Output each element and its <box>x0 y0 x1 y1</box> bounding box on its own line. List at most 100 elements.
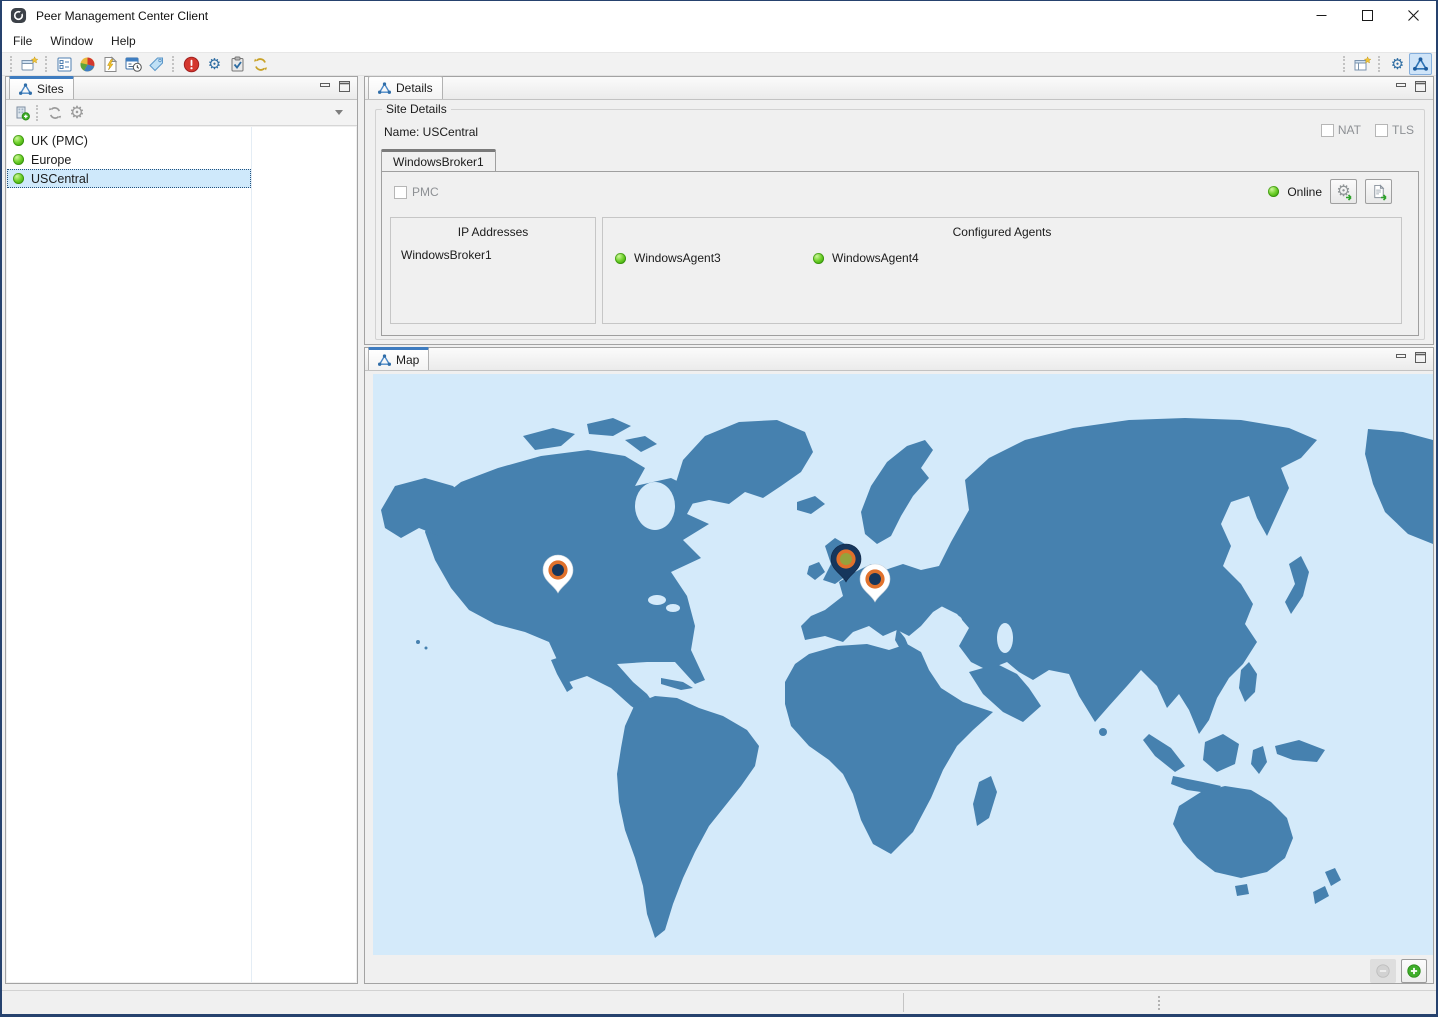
minimize-view-button[interactable] <box>320 81 331 95</box>
world-map[interactable] <box>373 374 1433 955</box>
sites-tree[interactable]: UK (PMC) Europe USCentral <box>7 127 356 982</box>
network-triangle-icon <box>378 82 391 95</box>
tab-details[interactable]: Details <box>368 76 443 99</box>
green-arrow-icon <box>1381 193 1390 202</box>
online-status-icon <box>1268 186 1279 197</box>
main-toolbar: ⚙ ⚙ <box>2 52 1436 76</box>
toolbar-grip[interactable] <box>172 56 176 72</box>
tls-checkbox[interactable]: TLS <box>1375 123 1414 137</box>
view-menu-chevron-icon[interactable] <box>335 110 343 115</box>
ip-address-entry: WindowsBroker1 <box>401 248 492 262</box>
map-view: Map <box>364 347 1434 984</box>
network-triangle-icon <box>378 354 391 367</box>
gear-export-button[interactable]: ⚙ <box>1330 179 1357 204</box>
status-bar-divider <box>903 993 904 1012</box>
tab-map-label: Map <box>396 353 419 367</box>
toolbar-grip[interactable] <box>45 56 49 72</box>
report-lightning-icon[interactable] <box>99 53 122 75</box>
configured-agents-box: Configured Agents WindowsAgent3 WindowsA… <box>602 217 1402 324</box>
maximize-view-button[interactable] <box>339 81 350 95</box>
close-window-button[interactable] <box>1390 1 1436 30</box>
map-tab-row: Map <box>365 348 1433 371</box>
site-details-title: Site Details <box>382 102 451 116</box>
nat-checkbox[interactable]: NAT <box>1321 123 1361 137</box>
tab-map[interactable]: Map <box>368 347 429 370</box>
menu-file[interactable]: File <box>4 32 41 50</box>
details-view: Details Site Details Name: USCentral NAT… <box>364 76 1434 345</box>
configured-agents-title: Configured Agents <box>603 225 1401 239</box>
gear-icon[interactable]: ⚙ <box>1386 53 1409 75</box>
application-window: Peer Management Center Client File Windo… <box>0 0 1438 1017</box>
window-title: Peer Management Center Client <box>36 9 208 23</box>
online-status-icon <box>615 253 626 264</box>
peer-management-perspective-icon[interactable] <box>1409 53 1432 75</box>
agent-windowsagent4[interactable]: WindowsAgent4 <box>813 251 919 265</box>
ip-addresses-box: IP Addresses WindowsBroker1 <box>390 217 596 324</box>
details-tab-row: Details <box>365 77 1433 100</box>
gear-icon[interactable]: ⚙ <box>203 53 226 75</box>
minimize-window-button[interactable] <box>1298 1 1344 30</box>
add-site-icon[interactable] <box>10 102 32 124</box>
menu-help[interactable]: Help <box>102 32 145 50</box>
site-details-group: Site Details Name: USCentral NAT TLS Win… <box>375 109 1425 340</box>
site-label: UK (PMC) <box>31 134 88 148</box>
agent-windowsagent3[interactable]: WindowsAgent3 <box>615 251 721 265</box>
title-bar: Peer Management Center Client <box>2 1 1436 30</box>
site-row-uk-pmc[interactable]: UK (PMC) <box>7 131 251 150</box>
map-zoom-in-button[interactable] <box>1401 959 1427 983</box>
nat-label: NAT <box>1338 123 1361 137</box>
green-arrow-icon <box>1346 193 1355 202</box>
tab-details-label: Details <box>396 81 433 95</box>
site-row-uscentral[interactable]: USCentral <box>7 169 251 188</box>
alert-icon[interactable] <box>180 53 203 75</box>
broker-export-button[interactable] <box>1365 179 1392 204</box>
sites-tab-row: Sites <box>6 77 357 100</box>
menu-window[interactable]: Window <box>41 32 102 50</box>
ip-addresses-title: IP Addresses <box>391 225 595 239</box>
tab-sites[interactable]: Sites <box>9 76 74 99</box>
toolbar-grip[interactable] <box>36 105 40 121</box>
checkbox-box[interactable] <box>1375 124 1388 137</box>
pmc-checkbox[interactable]: PMC <box>394 185 439 199</box>
maximize-window-button[interactable] <box>1344 1 1390 30</box>
tab-windowsbroker1-label: WindowsBroker1 <box>393 155 484 169</box>
sites-view: Sites ⚙ UK (PMC) <box>5 76 358 984</box>
agent-summary-clipboard-icon[interactable] <box>226 53 249 75</box>
toolbar-grip[interactable] <box>1378 56 1382 72</box>
tab-sites-label: Sites <box>37 82 64 96</box>
minimize-view-button[interactable] <box>1396 81 1407 95</box>
schedule-calendar-icon[interactable] <box>122 53 145 75</box>
pmc-label: PMC <box>412 185 439 199</box>
menu-bar: File Window Help <box>2 30 1436 52</box>
site-label: Europe <box>31 153 71 167</box>
checkbox-box[interactable] <box>1321 124 1334 137</box>
gear-icon[interactable]: ⚙ <box>66 102 88 124</box>
online-label: Online <box>1287 185 1322 199</box>
checkbox-box[interactable] <box>394 186 407 199</box>
agent-label: WindowsAgent4 <box>832 251 919 265</box>
refresh-sync-icon[interactable] <box>249 53 272 75</box>
online-status-icon <box>13 154 24 165</box>
maximize-view-button[interactable] <box>1415 81 1426 95</box>
pie-chart-icon[interactable] <box>76 53 99 75</box>
open-perspective-icon[interactable] <box>1351 53 1374 75</box>
map-zoom-out-button[interactable] <box>1370 959 1396 983</box>
status-bar-grip[interactable] <box>1158 996 1160 1010</box>
tls-label: TLS <box>1392 123 1414 137</box>
reconnect-arrows-icon[interactable] <box>44 102 66 124</box>
minimize-view-button[interactable] <box>1396 352 1407 366</box>
status-bar <box>2 990 1436 1014</box>
tag-icon[interactable] <box>145 53 168 75</box>
tab-windowsbroker1[interactable]: WindowsBroker1 <box>381 149 496 171</box>
new-configuration-icon[interactable] <box>18 53 41 75</box>
site-row-europe[interactable]: Europe <box>7 150 251 169</box>
site-name-value: Name: USCentral <box>384 125 478 139</box>
app-logo-icon <box>10 7 27 24</box>
tree-column-divider <box>251 127 252 982</box>
broker-detail-pane: PMC Online ⚙ IP Addresses Wi <box>381 171 1419 336</box>
preferences-list-icon[interactable] <box>53 53 76 75</box>
toolbar-grip[interactable] <box>10 56 14 72</box>
maximize-view-button[interactable] <box>1415 352 1426 366</box>
agent-label: WindowsAgent3 <box>634 251 721 265</box>
toolbar-grip[interactable] <box>1343 56 1347 72</box>
